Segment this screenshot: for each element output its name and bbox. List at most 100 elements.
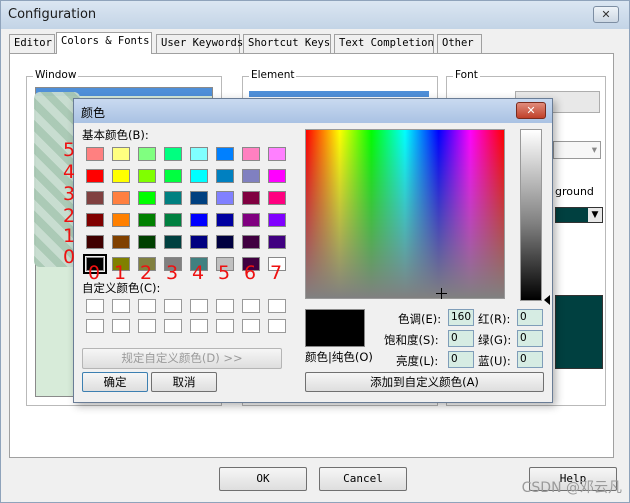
- basic-color-swatch[interactable]: [138, 235, 156, 249]
- basic-color-swatch[interactable]: [112, 147, 130, 161]
- basic-color-swatch[interactable]: [216, 147, 234, 161]
- background-color-swatch[interactable]: ▼: [555, 207, 603, 223]
- row-annotation-0: 0: [63, 246, 76, 268]
- font-size-combo[interactable]: ▾: [553, 141, 601, 159]
- custom-color-slot[interactable]: [138, 319, 156, 333]
- blue-label: 蓝(U):: [478, 354, 511, 368]
- add-to-custom-colors-button[interactable]: 添加到自定义颜色(A): [305, 372, 544, 392]
- basic-color-swatch[interactable]: [86, 213, 104, 227]
- basic-color-swatch[interactable]: [242, 191, 260, 205]
- basic-color-swatch[interactable]: [112, 191, 130, 205]
- custom-color-slot[interactable]: [268, 299, 286, 313]
- basic-color-swatch[interactable]: [268, 235, 286, 249]
- custom-color-slot[interactable]: [86, 299, 104, 313]
- tab-colors-fonts[interactable]: Colors & Fonts: [56, 32, 152, 54]
- basic-color-swatch[interactable]: [112, 235, 130, 249]
- blue-field[interactable]: 0: [517, 351, 543, 368]
- basic-color-swatch[interactable]: [268, 191, 286, 205]
- basic-color-swatch[interactable]: [86, 147, 104, 161]
- basic-color-swatch[interactable]: [242, 235, 260, 249]
- chevron-down-icon: ▾: [591, 144, 597, 156]
- red-label: 红(R):: [478, 312, 511, 326]
- basic-color-swatch[interactable]: [86, 235, 104, 249]
- basic-color-swatch[interactable]: [138, 213, 156, 227]
- column-annotation-4: 4: [192, 262, 205, 284]
- basic-color-swatch[interactable]: [268, 169, 286, 183]
- column-annotation-5: 5: [218, 262, 231, 284]
- basic-color-swatch[interactable]: [216, 235, 234, 249]
- basic-color-swatch[interactable]: [138, 191, 156, 205]
- basic-color-swatch[interactable]: [268, 147, 286, 161]
- background-label: ground: [555, 185, 594, 198]
- tab-user-keywords[interactable]: User Keywords: [156, 34, 243, 53]
- custom-color-slot[interactable]: [242, 299, 260, 313]
- basic-color-swatch[interactable]: [164, 191, 182, 205]
- basic-color-swatch[interactable]: [190, 191, 208, 205]
- element-list-selection[interactable]: [249, 91, 429, 97]
- saturation-label: 饱和度(S):: [384, 333, 439, 347]
- column-annotation-7: 7: [270, 262, 283, 284]
- row-annotation-2: 2: [63, 205, 76, 227]
- define-custom-colors-button[interactable]: 规定自定义颜色(D) >>: [82, 348, 282, 369]
- row-annotation-1: 1: [63, 225, 76, 247]
- custom-color-slot[interactable]: [112, 299, 130, 313]
- basic-color-swatch[interactable]: [138, 147, 156, 161]
- dialog-close-button[interactable]: ✕: [516, 102, 546, 119]
- column-annotation-2: 2: [140, 262, 153, 284]
- luminance-arrow-icon[interactable]: [544, 295, 550, 305]
- tab-editor[interactable]: Editor: [9, 34, 55, 53]
- tab-other[interactable]: Other: [437, 34, 482, 53]
- custom-color-slot[interactable]: [190, 319, 208, 333]
- luminance-bar[interactable]: [520, 129, 542, 301]
- custom-color-slot[interactable]: [86, 319, 104, 333]
- custom-color-slot[interactable]: [190, 299, 208, 313]
- dialog-cancel-button[interactable]: 取消: [151, 372, 217, 392]
- custom-color-slot[interactable]: [138, 299, 156, 313]
- basic-color-swatch[interactable]: [190, 147, 208, 161]
- basic-color-swatch[interactable]: [164, 147, 182, 161]
- row-annotation-3: 3: [63, 183, 76, 205]
- custom-color-slot[interactable]: [216, 299, 234, 313]
- window-group-label: Window: [33, 69, 79, 81]
- saturation-field[interactable]: 0: [448, 330, 474, 347]
- dialog-ok-button[interactable]: 确定: [82, 372, 148, 392]
- tab-text-completion[interactable]: Text Completion: [334, 34, 434, 53]
- basic-color-swatch[interactable]: [242, 169, 260, 183]
- basic-color-swatch[interactable]: [216, 169, 234, 183]
- cancel-button[interactable]: Cancel: [319, 467, 407, 491]
- ok-button[interactable]: OK: [219, 467, 307, 491]
- watermark: CSDN @邓云凡: [521, 480, 622, 496]
- color-spectrum[interactable]: [305, 129, 505, 299]
- custom-color-slot[interactable]: [242, 319, 260, 333]
- custom-color-slot[interactable]: [216, 319, 234, 333]
- basic-color-swatch[interactable]: [268, 213, 286, 227]
- basic-color-swatch[interactable]: [216, 191, 234, 205]
- basic-color-swatch[interactable]: [112, 169, 130, 183]
- red-field[interactable]: 0: [517, 309, 543, 326]
- basic-color-swatch[interactable]: [138, 169, 156, 183]
- close-button[interactable]: ✕: [593, 6, 619, 23]
- custom-color-slot[interactable]: [164, 299, 182, 313]
- basic-color-swatch[interactable]: [242, 213, 260, 227]
- basic-color-swatch[interactable]: [164, 169, 182, 183]
- font-group-label: Font: [453, 69, 480, 81]
- tab-shortcut-keys[interactable]: Shortcut Keys: [243, 34, 331, 53]
- dialog-title: 颜色: [81, 106, 106, 120]
- basic-color-swatch[interactable]: [164, 213, 182, 227]
- custom-color-slot[interactable]: [268, 319, 286, 333]
- custom-color-slot[interactable]: [112, 319, 130, 333]
- basic-color-swatch[interactable]: [242, 147, 260, 161]
- basic-color-swatch[interactable]: [216, 213, 234, 227]
- basic-color-swatch[interactable]: [164, 235, 182, 249]
- custom-color-slot[interactable]: [164, 319, 182, 333]
- hue-field[interactable]: 160: [448, 309, 474, 326]
- basic-color-swatch[interactable]: [190, 213, 208, 227]
- luminance-field[interactable]: 0: [448, 351, 474, 368]
- basic-color-swatch[interactable]: [190, 169, 208, 183]
- crosshair-cursor[interactable]: [436, 288, 447, 299]
- basic-color-swatch[interactable]: [86, 169, 104, 183]
- basic-color-swatch[interactable]: [190, 235, 208, 249]
- basic-color-swatch[interactable]: [112, 213, 130, 227]
- basic-color-swatch[interactable]: [86, 191, 104, 205]
- green-field[interactable]: 0: [517, 330, 543, 347]
